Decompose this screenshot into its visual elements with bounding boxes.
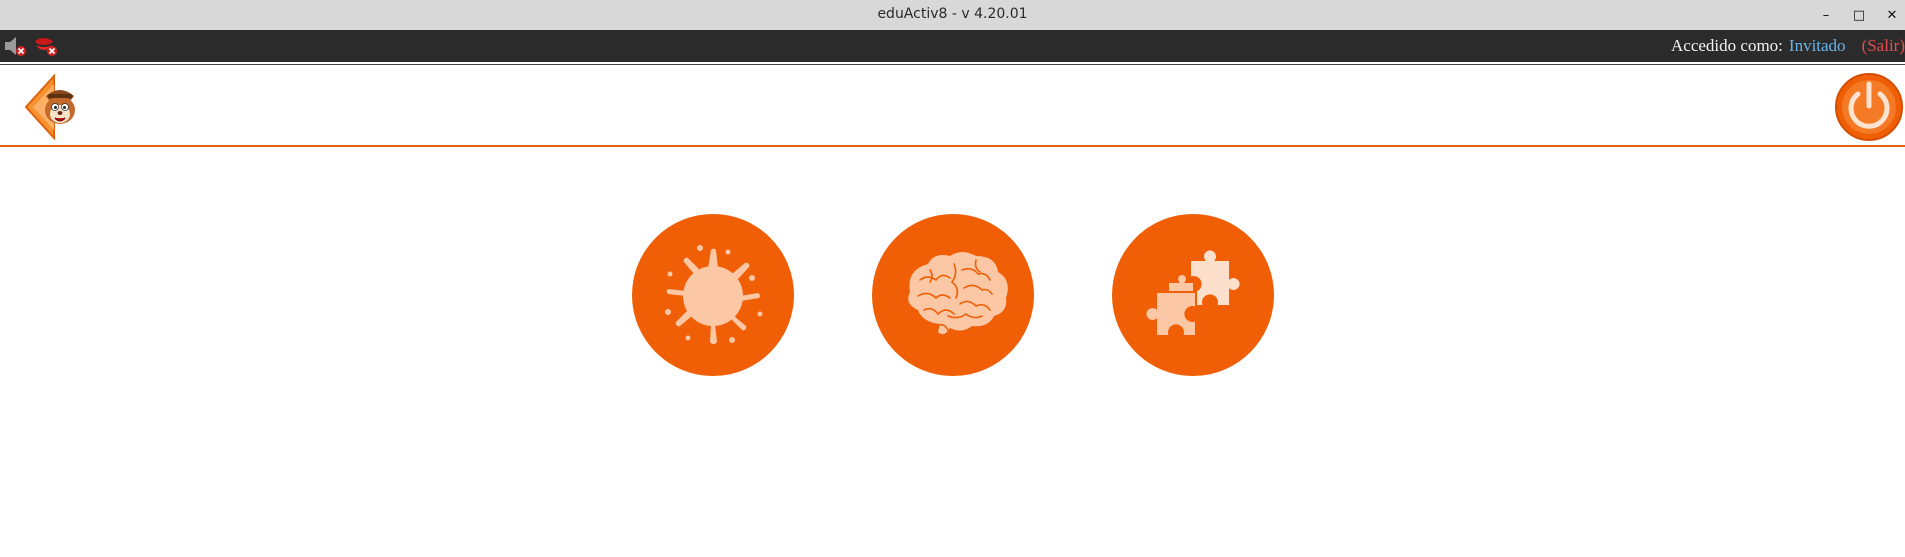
user-name-link[interactable]: Invitado [1789, 36, 1846, 55]
toolbar-divider [0, 145, 1905, 147]
memory-activity-button[interactable] [872, 214, 1034, 376]
window-title: eduActiv8 - v 4.20.01 [877, 6, 1028, 22]
status-bar: Accedido como: Invitado (Salir) [0, 30, 1905, 62]
microphone-muted-icon[interactable] [33, 34, 59, 58]
maximize-button[interactable]: □ [1848, 4, 1870, 26]
logged-in-label: Accedido como: [1671, 36, 1783, 55]
speaker-muted-icon[interactable] [2, 34, 28, 58]
puzzle-activity-button[interactable] [1112, 214, 1274, 376]
paint-activity-button[interactable] [632, 214, 794, 376]
window-title-bar: eduActiv8 - v 4.20.01 – □ ✕ [0, 0, 1905, 30]
login-status: Accedido como: Invitado (Salir) [1671, 36, 1905, 56]
puzzle-icon [1144, 248, 1242, 337]
status-divider [0, 62, 1905, 65]
power-icon[interactable] [1834, 72, 1904, 142]
brain-icon [908, 252, 1008, 335]
logout-link[interactable]: (Salir) [1862, 36, 1905, 55]
back-mascot-icon[interactable] [24, 73, 86, 141]
paint-splat-icon [665, 245, 763, 345]
toolbar [0, 66, 1905, 146]
close-button[interactable]: ✕ [1881, 4, 1903, 26]
minimize-button[interactable]: – [1815, 4, 1837, 26]
